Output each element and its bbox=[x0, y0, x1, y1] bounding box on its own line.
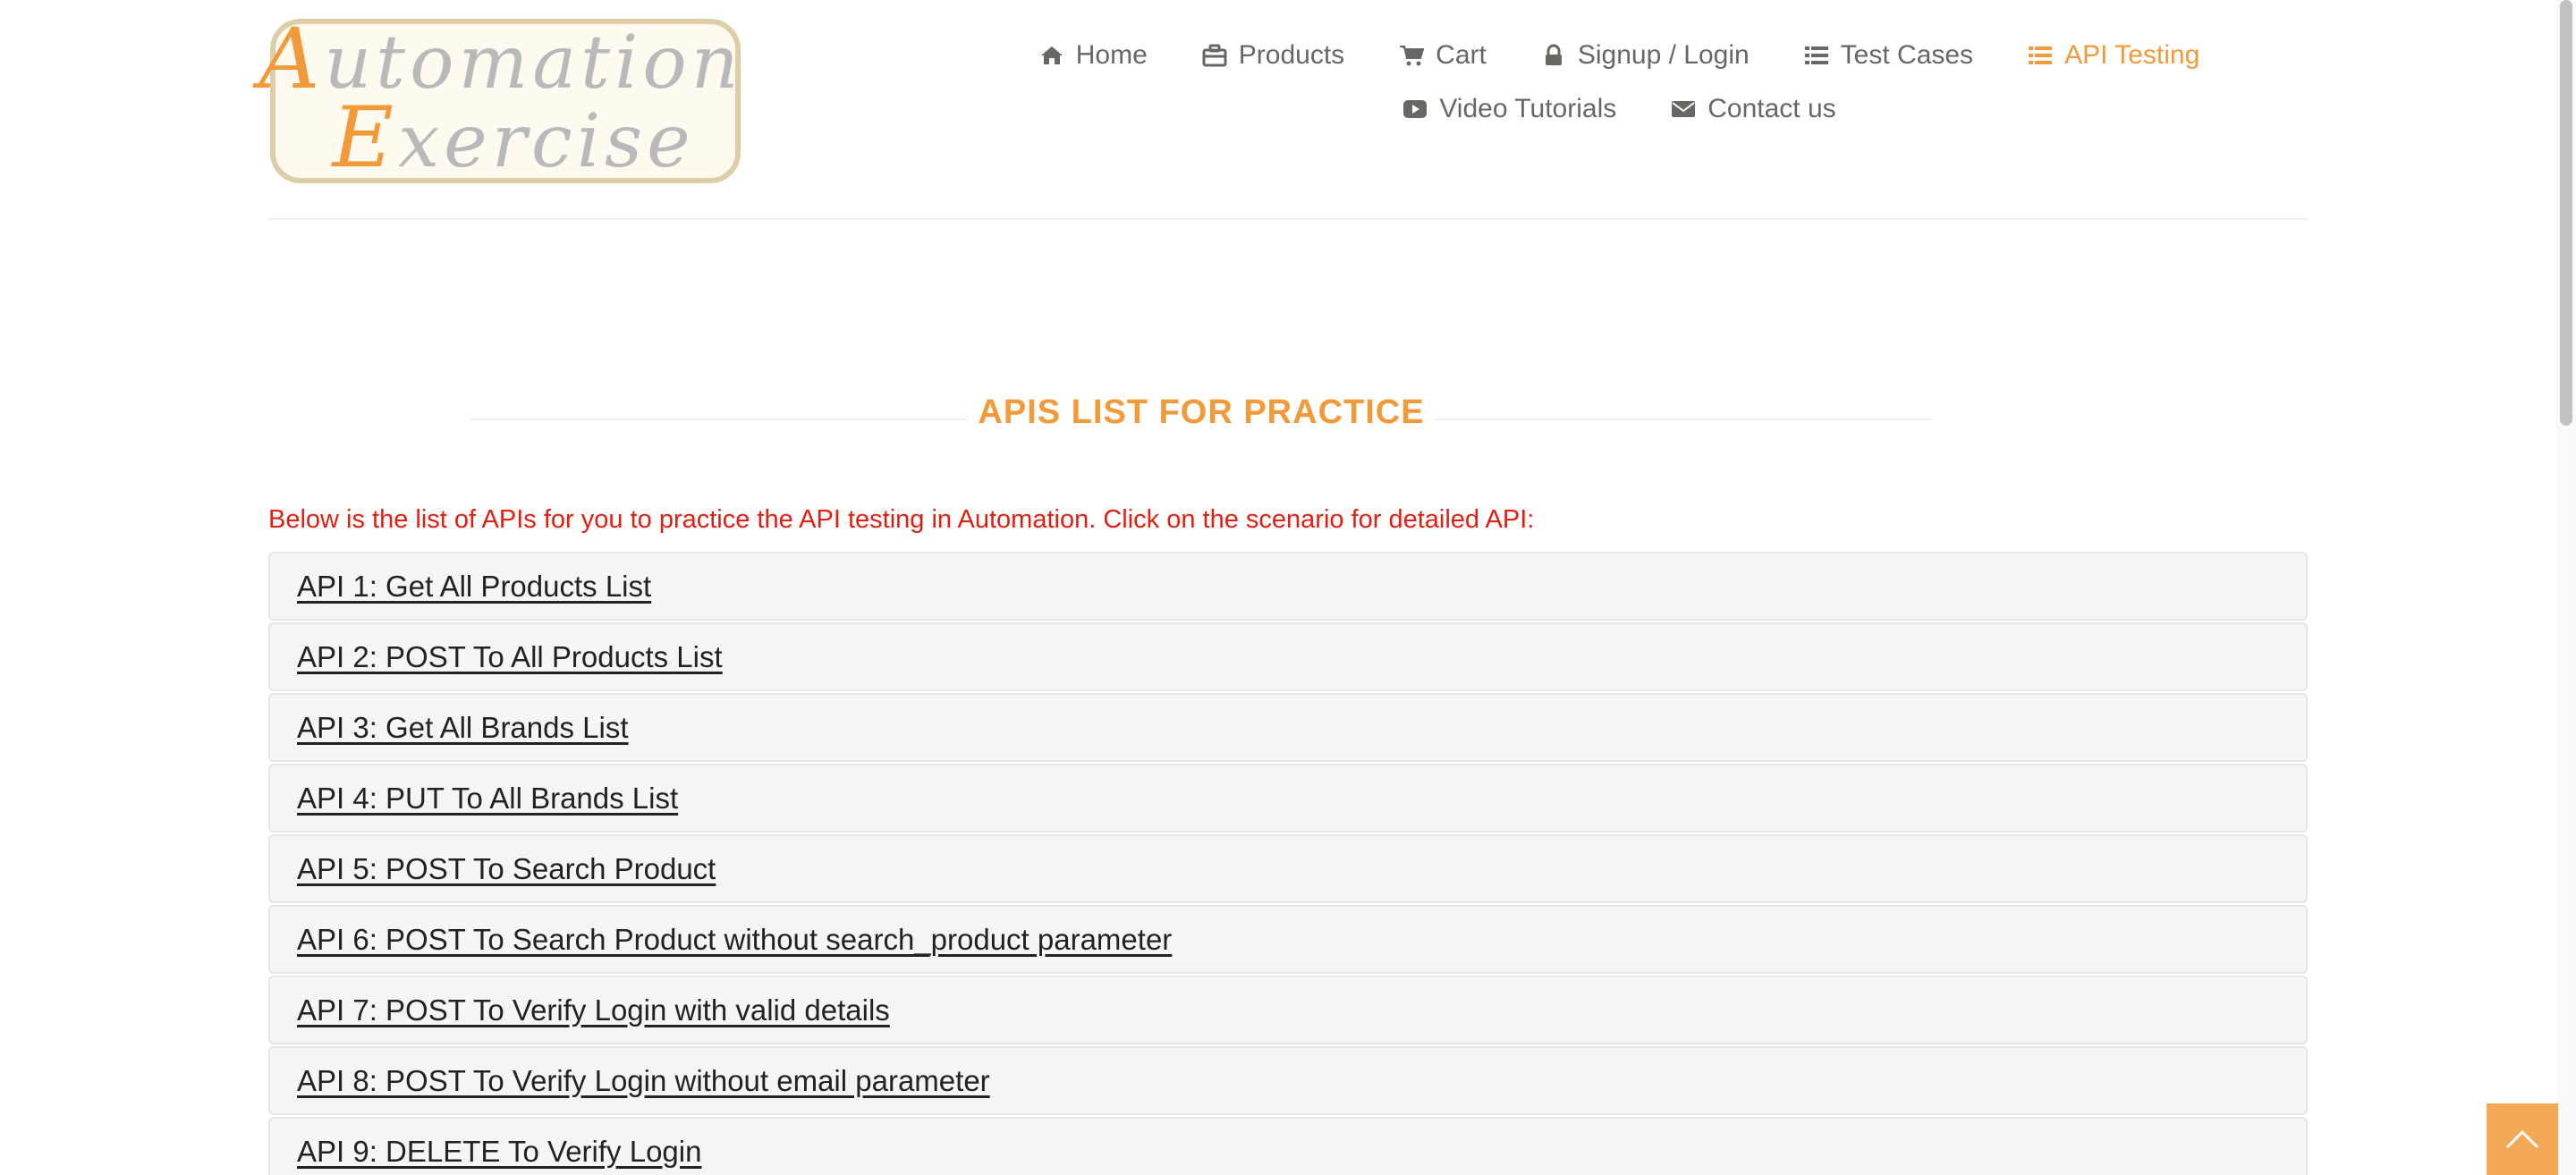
list-icon bbox=[2027, 42, 2054, 69]
nav-products[interactable]: Products bbox=[1201, 40, 1344, 71]
page-title: APIS LIST FOR PRACTICE bbox=[967, 393, 1436, 432]
home-icon bbox=[1038, 42, 1065, 69]
api-item-5: API 5: POST To Search Product bbox=[268, 834, 2308, 903]
api-item-2: API 2: POST To All Products List bbox=[268, 622, 2308, 691]
scrollbar-thumb[interactable] bbox=[2560, 0, 2572, 426]
api-item-6: API 6: POST To Search Product without se… bbox=[268, 905, 2308, 974]
site-logo[interactable]: Automation Exercise bbox=[258, 18, 741, 187]
api-link-1[interactable]: API 1: Get All Products List bbox=[297, 570, 651, 604]
api-link-9[interactable]: API 9: DELETE To Verify Login bbox=[297, 1135, 701, 1169]
api-item-9: API 9: DELETE To Verify Login bbox=[268, 1117, 2308, 1175]
api-link-8[interactable]: API 8: POST To Verify Login without emai… bbox=[297, 1064, 990, 1098]
logo-line-2: Exercise bbox=[332, 89, 695, 187]
api-link-6[interactable]: API 6: POST To Search Product without se… bbox=[297, 923, 1172, 957]
chevron-up-icon bbox=[2505, 1129, 2539, 1149]
api-link-3[interactable]: API 3: Get All Brands List bbox=[297, 711, 629, 745]
nav-row-2: Video Tutorials Contact us bbox=[1375, 86, 1862, 132]
nav-contact-us[interactable]: Contact us bbox=[1670, 94, 1836, 124]
api-item-4: API 4: PUT To All Brands List bbox=[268, 764, 2308, 833]
api-item-7: API 7: POST To Verify Login with valid d… bbox=[268, 976, 2308, 1044]
header-divider bbox=[268, 218, 2308, 220]
list-icon bbox=[1803, 42, 1830, 69]
intro-text: Below is the list of APIs for you to pra… bbox=[268, 505, 1535, 534]
lock-icon bbox=[1540, 42, 1567, 69]
api-list: API 1: Get All Products List API 2: POST… bbox=[268, 552, 2308, 1175]
briefcase-icon bbox=[1201, 42, 1228, 69]
nav-video-tutorials[interactable]: Video Tutorials bbox=[1402, 94, 1616, 124]
api-link-5[interactable]: API 5: POST To Search Product bbox=[297, 852, 716, 886]
page: Automation Exercise Home Products Cart S… bbox=[0, 0, 2576, 1175]
scroll-to-top-button[interactable] bbox=[2487, 1103, 2558, 1175]
nav-row-1: Home Products Cart Signup / Login Test C… bbox=[1012, 32, 2227, 79]
vertical-scrollbar[interactable] bbox=[2556, 0, 2576, 1175]
envelope-icon bbox=[1670, 96, 1697, 123]
api-link-4[interactable]: API 4: PUT To All Brands List bbox=[297, 782, 678, 816]
main-nav: Home Products Cart Signup / Login Test C… bbox=[894, 32, 2343, 139]
section-title: APIS LIST FOR PRACTICE bbox=[470, 393, 1932, 442]
api-item-1: API 1: Get All Products List bbox=[268, 552, 2308, 621]
api-item-8: API 8: POST To Verify Login without emai… bbox=[268, 1046, 2308, 1115]
nav-cart[interactable]: Cart bbox=[1398, 40, 1487, 71]
youtube-play-icon bbox=[1402, 96, 1428, 123]
cart-icon bbox=[1398, 42, 1425, 69]
api-link-7[interactable]: API 7: POST To Verify Login with valid d… bbox=[297, 993, 890, 1027]
nav-api-testing[interactable]: API Testing bbox=[2027, 40, 2199, 71]
api-item-3: API 3: Get All Brands List bbox=[268, 693, 2308, 762]
nav-home[interactable]: Home bbox=[1038, 40, 1148, 71]
nav-signup-login[interactable]: Signup / Login bbox=[1540, 40, 1750, 71]
nav-test-cases[interactable]: Test Cases bbox=[1803, 40, 1973, 71]
api-link-2[interactable]: API 2: POST To All Products List bbox=[297, 640, 723, 674]
